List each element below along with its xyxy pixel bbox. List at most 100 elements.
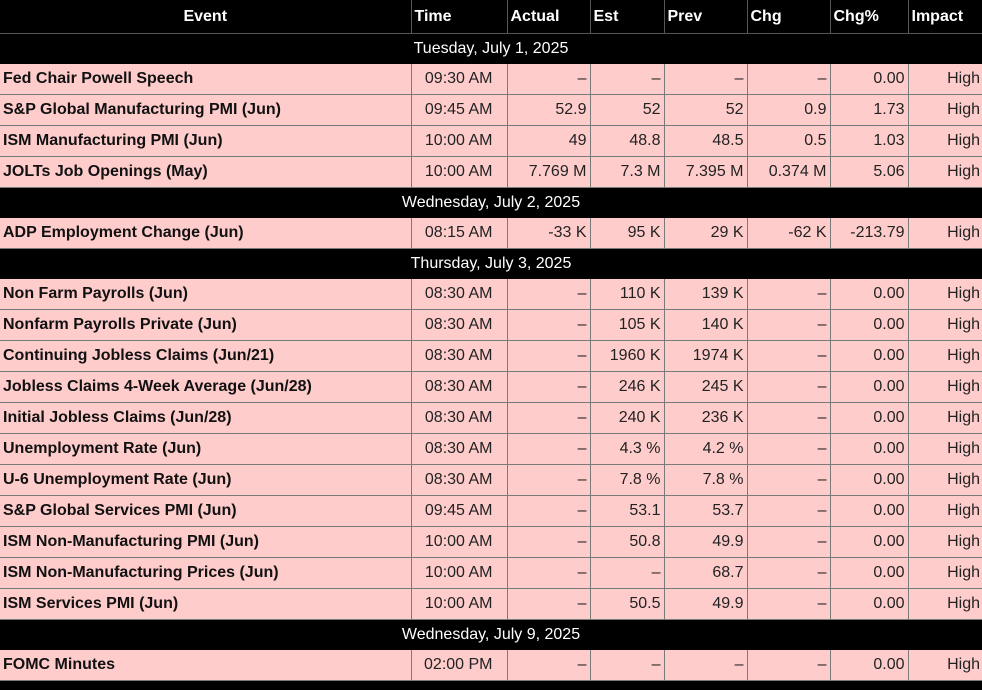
cell-event[interactable]: ISM Non-Manufacturing PMI (Jun): [0, 526, 411, 558]
cell-impact: High: [907, 156, 982, 188]
table-row[interactable]: JOLTs Job Openings (May) 10:00 AM 7.769 M7…: [0, 156, 982, 188]
cell-time: 08:30 AM: [410, 371, 507, 403]
cell-impact: High: [907, 557, 982, 589]
column-header-time[interactable]: Time: [410, 0, 507, 34]
cell-event[interactable]: Unemployment Rate (Jun): [0, 433, 411, 465]
cell-chg: –: [746, 526, 830, 558]
cell-event[interactable]: JOLTs Job Openings (May): [0, 156, 411, 188]
cell-est: 52: [589, 94, 664, 126]
cell-event[interactable]: ADP Employment Change (Jun): [0, 218, 411, 249]
cell-actual: –: [506, 64, 590, 95]
table-row[interactable]: ADP Employment Change (Jun) 08:15 AM -33 K…: [0, 218, 982, 249]
cell-actual: –: [506, 526, 590, 558]
cell-time: 09:45 AM: [410, 495, 507, 527]
date-label: Wednesday, July 2, 2025: [0, 187, 982, 218]
table-row[interactable]: FOMC Minutes 02:00 PM – – – –0.00 High: [0, 650, 982, 681]
table-row[interactable]: Jobless Claims 4-Week Average (Jun/28) 08…: [0, 371, 982, 403]
column-header-est[interactable]: Est: [589, 0, 664, 34]
column-header-event[interactable]: Event: [0, 0, 411, 34]
cell-impact: High: [907, 402, 982, 434]
table-row[interactable]: ISM Services PMI (Jun) 10:00 AM –50.5 49.9–…: [0, 588, 982, 620]
cell-event[interactable]: Initial Jobless Claims (Jun/28): [0, 402, 411, 434]
cell-actual: –: [506, 371, 590, 403]
cell-event[interactable]: U-6 Unemployment Rate (Jun): [0, 464, 411, 496]
cell-event[interactable]: Nonfarm Payrolls Private (Jun): [0, 309, 411, 341]
table-row[interactable]: ISM Manufacturing PMI (Jun) 10:00 AM 49 48.…: [0, 125, 982, 157]
table-row[interactable]: Continuing Jobless Claims (Jun/21) 08:30 …: [0, 340, 982, 372]
column-header-chg[interactable]: Chg: [746, 0, 830, 34]
cell-chg-percent: 0.00: [829, 279, 908, 310]
cell-event[interactable]: ISM Services PMI (Jun): [0, 588, 411, 620]
cell-prev: 68.7: [663, 557, 747, 589]
cell-time: 10:00 AM: [410, 557, 507, 589]
cell-time: 08:30 AM: [410, 402, 507, 434]
cell-event[interactable]: FOMC Minutes: [0, 650, 411, 681]
column-header-impact[interactable]: Impact: [907, 0, 982, 34]
cell-chg-percent: 0.00: [829, 64, 908, 95]
cell-est: 48.8: [589, 125, 664, 157]
cell-impact: High: [907, 94, 982, 126]
date-header-row: Tuesday, July 1, 2025: [0, 33, 982, 64]
cell-chg-percent: 0.00: [829, 557, 908, 589]
cell-chg: –: [746, 371, 830, 403]
cell-chg-percent: 0.00: [829, 464, 908, 496]
cell-chg-percent: 1.73: [829, 94, 908, 126]
table-row[interactable]: Unemployment Rate (Jun) 08:30 AM –4.3 % 4.2…: [0, 433, 982, 465]
cell-prev: 1974 K: [663, 340, 747, 372]
cell-time: 08:30 AM: [410, 279, 507, 310]
cell-est: 1960 K: [589, 340, 664, 372]
cell-event[interactable]: ISM Manufacturing PMI (Jun): [0, 125, 411, 157]
cell-impact: High: [907, 371, 982, 403]
table-row[interactable]: Fed Chair Powell Speech 09:30 AM – – – –0.00 H…: [0, 64, 982, 95]
cell-est: 246 K: [589, 371, 664, 403]
table-row[interactable]: Non Farm Payrolls (Jun) 08:30 AM –110 K 139…: [0, 279, 982, 310]
column-header-chg-percent[interactable]: Chg%: [829, 0, 908, 34]
cell-actual: –: [506, 433, 590, 465]
date-header-row: Thursday, July 3, 2025: [0, 248, 982, 279]
cell-event[interactable]: ISM Non-Manufacturing Prices (Jun): [0, 557, 411, 589]
table-row[interactable]: S&P Global Manufacturing PMI (Jun) 09:45 …: [0, 94, 982, 126]
table-row[interactable]: ISM Non-Manufacturing PMI (Jun) 10:00 AM –…: [0, 526, 982, 558]
cell-prev: 52: [663, 94, 747, 126]
cell-est: –: [589, 557, 664, 589]
cell-time: 08:30 AM: [410, 464, 507, 496]
cell-chg: –: [746, 340, 830, 372]
cell-chg: 0.374 M: [746, 156, 830, 188]
cell-event[interactable]: S&P Global Services PMI (Jun): [0, 495, 411, 527]
cell-impact: High: [907, 464, 982, 496]
column-header-actual[interactable]: Actual: [506, 0, 590, 34]
cell-chg-percent: 0.00: [829, 495, 908, 527]
cell-time: 10:00 AM: [410, 526, 507, 558]
cell-chg: –: [746, 557, 830, 589]
cell-chg-percent: 0.00: [829, 650, 908, 681]
cell-actual: –: [506, 340, 590, 372]
cell-prev: 49.9: [663, 588, 747, 620]
cell-actual: 52.9: [506, 94, 590, 126]
cell-prev: 4.2 %: [663, 433, 747, 465]
table-row[interactable]: ISM Non-Manufacturing Prices (Jun) 10:00 …: [0, 557, 982, 589]
table-row[interactable]: U-6 Unemployment Rate (Jun) 08:30 AM –7.8 …: [0, 464, 982, 496]
cell-time: 08:30 AM: [410, 340, 507, 372]
cell-event[interactable]: S&P Global Manufacturing PMI (Jun): [0, 94, 411, 126]
date-header-row: Wednesday, July 2, 2025: [0, 187, 982, 218]
cell-event[interactable]: Jobless Claims 4-Week Average (Jun/28): [0, 371, 411, 403]
cell-chg: –: [746, 495, 830, 527]
cell-impact: High: [907, 309, 982, 341]
cell-impact: High: [907, 125, 982, 157]
cell-est: 7.3 M: [589, 156, 664, 188]
column-header-prev[interactable]: Prev: [663, 0, 747, 34]
table-row[interactable]: S&P Global Services PMI (Jun) 09:45 AM –53…: [0, 495, 982, 527]
cell-est: –: [589, 650, 664, 681]
cell-est: 95 K: [589, 218, 664, 249]
cell-impact: High: [907, 588, 982, 620]
cell-time: 10:00 AM: [410, 588, 507, 620]
cell-actual: –: [506, 309, 590, 341]
table-row[interactable]: Nonfarm Payrolls Private (Jun) 08:30 AM –1…: [0, 309, 982, 341]
date-label: Tuesday, July 1, 2025: [0, 33, 982, 64]
cell-prev: 53.7: [663, 495, 747, 527]
cell-event[interactable]: Fed Chair Powell Speech: [0, 64, 411, 95]
table-row[interactable]: Initial Jobless Claims (Jun/28) 08:30 AM –…: [0, 402, 982, 434]
header-row: Event Time Actual Est Prev Chg Chg% Impa…: [0, 0, 982, 34]
cell-event[interactable]: Non Farm Payrolls (Jun): [0, 279, 411, 310]
cell-event[interactable]: Continuing Jobless Claims (Jun/21): [0, 340, 411, 372]
